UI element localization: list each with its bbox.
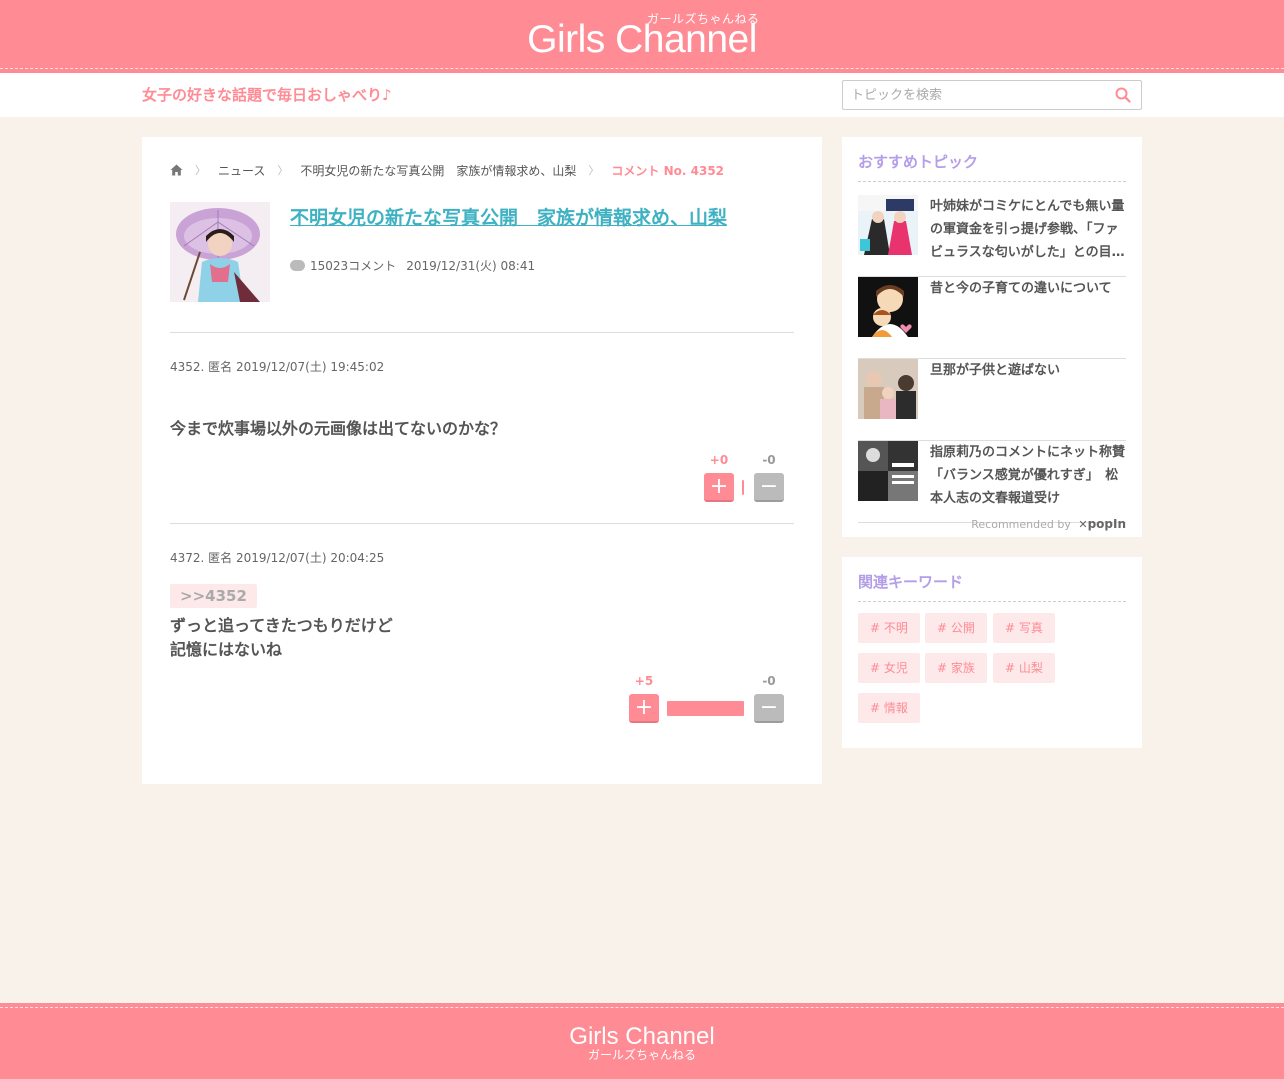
chevron-right-icon: 〉 bbox=[277, 164, 289, 177]
main-content: 〉 ニュース 〉 不明女児の新たな写真公開 家族が情報求め、山梨 〉 コメント … bbox=[142, 137, 822, 784]
keyword-tag[interactable]: # 情報 bbox=[858, 693, 920, 723]
recommended-item[interactable]: 旦那が子供と遊ばない bbox=[858, 359, 1126, 441]
recommended-item[interactable]: 叶姉妹がコミケにとんでも無い量の軍資金を引っ提げ参戦、「ファビュラスな匂いがした… bbox=[858, 195, 1126, 277]
vote-ratio-bar bbox=[742, 480, 744, 495]
home-icon[interactable] bbox=[170, 164, 183, 176]
recommended-thumbnail[interactable] bbox=[858, 441, 918, 501]
search-box bbox=[842, 80, 1142, 110]
keyword-tag[interactable]: # 山梨 bbox=[993, 653, 1055, 683]
recommended-item-text[interactable]: 指原莉乃のコメントにネット称賛「バランス感覚が優れすぎ」 松本人志の文春報道受け bbox=[930, 441, 1126, 510]
recommended-thumbnail[interactable] bbox=[858, 359, 918, 419]
keyword-tag[interactable]: # 女児 bbox=[858, 653, 920, 683]
plus-count: +5 bbox=[634, 674, 654, 688]
minus-vote-button[interactable]: − bbox=[754, 473, 784, 502]
site-logo[interactable]: ガールズちゃんねる Girls Channel bbox=[0, 0, 1284, 66]
search-icon[interactable] bbox=[1115, 87, 1131, 103]
keyword-tag[interactable]: # 写真 bbox=[993, 613, 1055, 643]
footer-divider bbox=[0, 1007, 1284, 1008]
logo-name: Girls Channel bbox=[527, 18, 757, 61]
comment-body-line: 記憶にはないね bbox=[170, 640, 283, 659]
chevron-right-icon: 〉 bbox=[588, 164, 600, 177]
header-divider bbox=[0, 68, 1284, 69]
site-footer: Girls Channel ガールズちゃんねる bbox=[0, 1003, 1284, 1079]
related-keywords-panel: 関連キーワード # 不明 # 公開 # 写真 # 女児 # 家族 # 山梨 # … bbox=[842, 557, 1142, 748]
comment-header: 4372. 匿名 2019/12/07(土) 20:04:25 bbox=[170, 551, 385, 565]
minus-count: -0 bbox=[762, 453, 776, 467]
recommended-item-text[interactable]: 旦那が子供と遊ばない bbox=[930, 359, 1126, 382]
recommended-item[interactable]: 昔と今の子育ての違いについて bbox=[858, 277, 1126, 359]
vote-ratio-bar bbox=[667, 701, 744, 716]
recommended-thumbnail[interactable] bbox=[858, 195, 918, 255]
recommended-item-text[interactable]: 昔と今の子育ての違いについて bbox=[930, 277, 1126, 300]
keyword-tag[interactable]: # 公開 bbox=[925, 613, 987, 643]
popin-logo-text: popIn bbox=[1087, 517, 1126, 531]
popin-logo-icon: ✕ bbox=[1078, 518, 1088, 531]
reply-anchor-link[interactable]: >>4352 bbox=[170, 584, 257, 608]
minus-vote-button[interactable]: − bbox=[754, 694, 784, 723]
plus-vote-button[interactable]: + bbox=[629, 694, 659, 723]
comment-body-line: ずっと追ってきたつもりだけど bbox=[170, 616, 393, 635]
search-input[interactable] bbox=[843, 81, 1103, 109]
chevron-right-icon: 〉 bbox=[195, 164, 206, 177]
breadcrumb: 〉 ニュース 〉 不明女児の新たな写真公開 家族が情報求め、山梨 〉 コメント … bbox=[170, 161, 724, 179]
plus-count: +0 bbox=[709, 453, 729, 467]
sub-header: 女子の好きな話題で毎日おしゃべり♪ bbox=[0, 73, 1284, 117]
comment-body: 今まで炊事場以外の元画像は出てないのかな？ bbox=[170, 419, 507, 438]
site-header: ガールズちゃんねる Girls Channel bbox=[0, 0, 1284, 73]
plus-vote-button[interactable]: + bbox=[704, 473, 734, 502]
divider bbox=[858, 601, 1126, 602]
footer-logo-kana: ガールズちゃんねる bbox=[587, 1048, 696, 1062]
site-tagline: 女子の好きな話題で毎日おしゃべり♪ bbox=[142, 86, 392, 104]
recommended-item-text[interactable]: 叶姉妹がコミケにとんでも無い量の軍資金を引っ提げ参戦、「ファビュラスな匂いがした… bbox=[930, 195, 1126, 264]
topic-title[interactable]: 不明女児の新たな写真公開 家族が情報求め、山梨 bbox=[290, 203, 727, 230]
topic-meta: 15023コメント 2019/12/31(火) 08:41 bbox=[290, 257, 535, 274]
topic-thumbnail[interactable] bbox=[170, 202, 270, 302]
minus-count: -0 bbox=[762, 674, 776, 688]
divider bbox=[170, 332, 794, 333]
popin-credit[interactable]: Recommended by ✕popIn bbox=[971, 517, 1126, 531]
comment-bubble-icon bbox=[290, 260, 305, 271]
topic-date: 2019/12/31(火) 08:41 bbox=[406, 259, 536, 273]
topic-comment-count[interactable]: 15023コメント bbox=[310, 257, 396, 274]
recommended-topics-panel: おすすめトピック 叶姉妹がコミケにとんでも無い量の軍資金を引っ提げ参戦、「ファビ… bbox=[842, 137, 1142, 537]
breadcrumb-news[interactable]: ニュース bbox=[218, 162, 265, 179]
comment-body: ずっと追ってきたつもりだけど 記憶にはないね bbox=[170, 614, 393, 662]
keyword-tag[interactable]: # 不明 bbox=[858, 613, 920, 643]
keyword-tag[interactable]: # 家族 bbox=[925, 653, 987, 683]
recommended-thumbnail[interactable] bbox=[858, 277, 918, 337]
recommended-item[interactable]: 指原莉乃のコメントにネット称賛「バランス感覚が優れすぎ」 松本人志の文春報道受け bbox=[858, 441, 1126, 523]
recommended-title: おすすめトピック bbox=[858, 153, 979, 171]
breadcrumb-topic[interactable]: 不明女児の新たな写真公開 家族が情報求め、山梨 bbox=[300, 162, 576, 179]
keywords-title: 関連キーワード bbox=[858, 573, 964, 591]
breadcrumb-current: コメント No. 4352 bbox=[611, 163, 725, 178]
comment-header: 4352. 匿名 2019/12/07(土) 19:45:02 bbox=[170, 360, 385, 374]
divider bbox=[858, 181, 1126, 182]
divider bbox=[170, 523, 794, 524]
recommended-by-label: Recommended by bbox=[971, 518, 1071, 531]
